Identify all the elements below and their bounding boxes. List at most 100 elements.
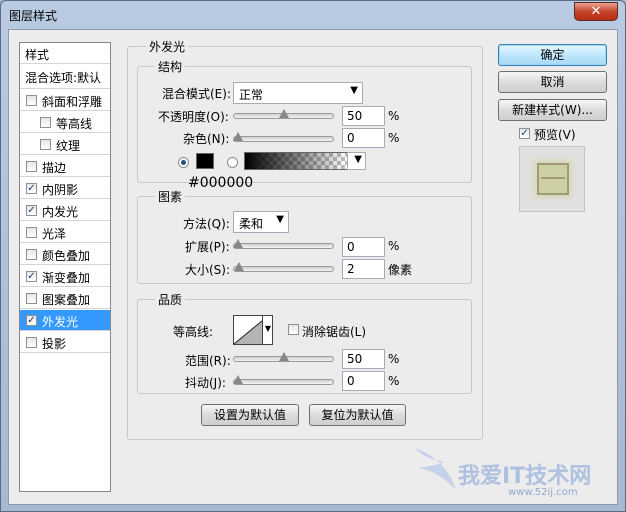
jitter-label: 抖动(J):: [185, 376, 226, 390]
style-item-checkbox[interactable]: ✓: [26, 183, 37, 194]
close-icon: ✕: [590, 4, 602, 19]
noise-slider[interactable]: [233, 132, 334, 143]
style-item[interactable]: 图案叠加: [20, 288, 110, 309]
range-unit: %: [388, 352, 400, 366]
style-item[interactable]: 颜色叠加: [20, 244, 110, 265]
blend-mode-select[interactable]: 正常 ▼: [233, 82, 363, 104]
jitter-unit: %: [388, 374, 400, 388]
style-item-checkbox[interactable]: ✓: [26, 205, 37, 216]
blend-options-label: 混合选项:默认: [25, 71, 102, 85]
range-label: 范围(R):: [185, 354, 231, 368]
outer-glow-title: 外发光: [146, 38, 189, 55]
spread-slider-thumb[interactable]: [233, 239, 243, 248]
antialias-label: 消除锯齿(L): [302, 325, 367, 339]
range-input[interactable]: 50: [342, 349, 385, 369]
size-input[interactable]: 2: [342, 259, 385, 279]
style-item-label: 渐变叠加: [42, 271, 91, 285]
style-item-checkbox[interactable]: [26, 249, 37, 260]
method-select[interactable]: 柔和 ▼: [233, 211, 289, 233]
jitter-slider[interactable]: [233, 375, 334, 386]
style-item-checkbox[interactable]: [40, 139, 51, 150]
range-slider[interactable]: [233, 352, 334, 363]
color-hex-label: #000000: [188, 175, 254, 191]
watermark: 我爱IT技术网 www.52ij.com: [410, 440, 620, 508]
style-item-checkbox[interactable]: [26, 95, 37, 106]
title-bar[interactable]: 图层样式 ✕: [1, 1, 625, 29]
style-item[interactable]: ✓ 外发光: [20, 310, 110, 331]
styles-list: 样式 混合选项:默认 斜面和浮雕等高线 纹理 描边 ✓ 内阴影 ✓ 内发光光泽颜色叠加 ✓ 渐变…: [19, 42, 111, 492]
elements-title: 图素: [155, 188, 186, 205]
style-item-label: 图案叠加: [42, 293, 91, 307]
preview-checkbox[interactable]: ✓: [519, 128, 530, 139]
spread-unit: %: [388, 239, 400, 253]
style-item-checkbox[interactable]: [26, 337, 37, 348]
style-item-checkbox[interactable]: [26, 227, 37, 238]
style-item-label: 光泽: [42, 227, 67, 241]
new-style-button[interactable]: 新建样式(W)...: [498, 99, 607, 121]
style-preview: [519, 146, 585, 212]
gradient-dropdown[interactable]: ▼: [347, 152, 366, 170]
jitter-slider-thumb[interactable]: [233, 375, 243, 384]
range-slider-thumb[interactable]: [279, 352, 289, 361]
make-default-button[interactable]: 设置为默认值: [201, 404, 299, 426]
style-item[interactable]: 等高线: [20, 112, 110, 133]
styles-header-label: 样式: [25, 48, 50, 62]
style-preview-swatch: [537, 163, 569, 195]
opacity-unit: %: [388, 109, 400, 123]
solid-color-radio[interactable]: [178, 157, 189, 168]
watermark-url: www.52ij.com: [508, 487, 578, 498]
size-slider[interactable]: [233, 262, 334, 273]
noise-slider-thumb[interactable]: [233, 132, 243, 141]
method-label: 方法(Q):: [183, 217, 230, 231]
opacity-input[interactable]: 50: [342, 106, 385, 126]
structure-title: 结构: [155, 58, 186, 75]
contour-dropdown[interactable]: ▼: [262, 315, 273, 345]
size-unit: 像素: [388, 263, 413, 277]
ok-button[interactable]: 确定: [498, 44, 607, 66]
style-item-checkbox[interactable]: ✓: [26, 271, 37, 282]
styles-list-header[interactable]: 样式: [20, 43, 110, 64]
style-item[interactable]: 投影: [20, 332, 110, 353]
close-button[interactable]: ✕: [574, 2, 618, 21]
size-label: 大小(S):: [185, 263, 231, 277]
contour-label: 等高线:: [173, 325, 214, 339]
reset-default-button[interactable]: 复位为默认值: [309, 404, 406, 426]
chevron-down-icon: ▼: [264, 324, 271, 333]
style-item[interactable]: 光泽: [20, 222, 110, 243]
chevron-down-icon: ▼: [350, 85, 358, 96]
style-item-label: 投影: [42, 337, 67, 351]
blend-options-item[interactable]: 混合选项:默认: [20, 65, 110, 89]
style-item-label: 斜面和浮雕: [42, 95, 103, 109]
gradient-picker[interactable]: [244, 152, 348, 170]
spread-slider-track: [233, 243, 334, 249]
style-item[interactable]: 纹理: [20, 134, 110, 155]
size-slider-track: [233, 266, 334, 272]
style-item[interactable]: 描边: [20, 156, 110, 177]
opacity-slider[interactable]: [233, 109, 334, 120]
style-item[interactable]: ✓ 内发光: [20, 200, 110, 221]
style-item-checkbox[interactable]: [26, 293, 37, 304]
gradient-radio[interactable]: [227, 157, 238, 168]
jitter-input[interactable]: 0: [342, 371, 385, 391]
style-item-label: 内阴影: [42, 183, 79, 197]
spread-slider[interactable]: [233, 239, 334, 250]
antialias-checkbox[interactable]: [288, 324, 299, 335]
style-item[interactable]: 斜面和浮雕: [20, 90, 110, 111]
cancel-button[interactable]: 取消: [498, 71, 607, 93]
size-slider-thumb[interactable]: [234, 262, 244, 271]
blend-mode-value: 正常: [239, 88, 264, 102]
style-item-checkbox[interactable]: [40, 117, 51, 128]
spread-label: 扩展(P):: [185, 240, 230, 254]
style-item-label: 外发光: [42, 315, 79, 329]
noise-input[interactable]: 0: [342, 128, 385, 148]
style-item[interactable]: ✓ 渐变叠加: [20, 266, 110, 287]
noise-label: 杂色(N):: [183, 132, 230, 146]
style-item-checkbox[interactable]: [26, 161, 37, 172]
chevron-down-icon: ▼: [354, 154, 362, 165]
glow-color-swatch[interactable]: [196, 153, 214, 169]
style-item-checkbox[interactable]: ✓: [26, 315, 37, 326]
opacity-slider-thumb[interactable]: [279, 109, 289, 118]
spread-input[interactable]: 0: [342, 237, 385, 257]
quality-title: 品质: [155, 291, 186, 308]
style-item[interactable]: ✓ 内阴影: [20, 178, 110, 199]
